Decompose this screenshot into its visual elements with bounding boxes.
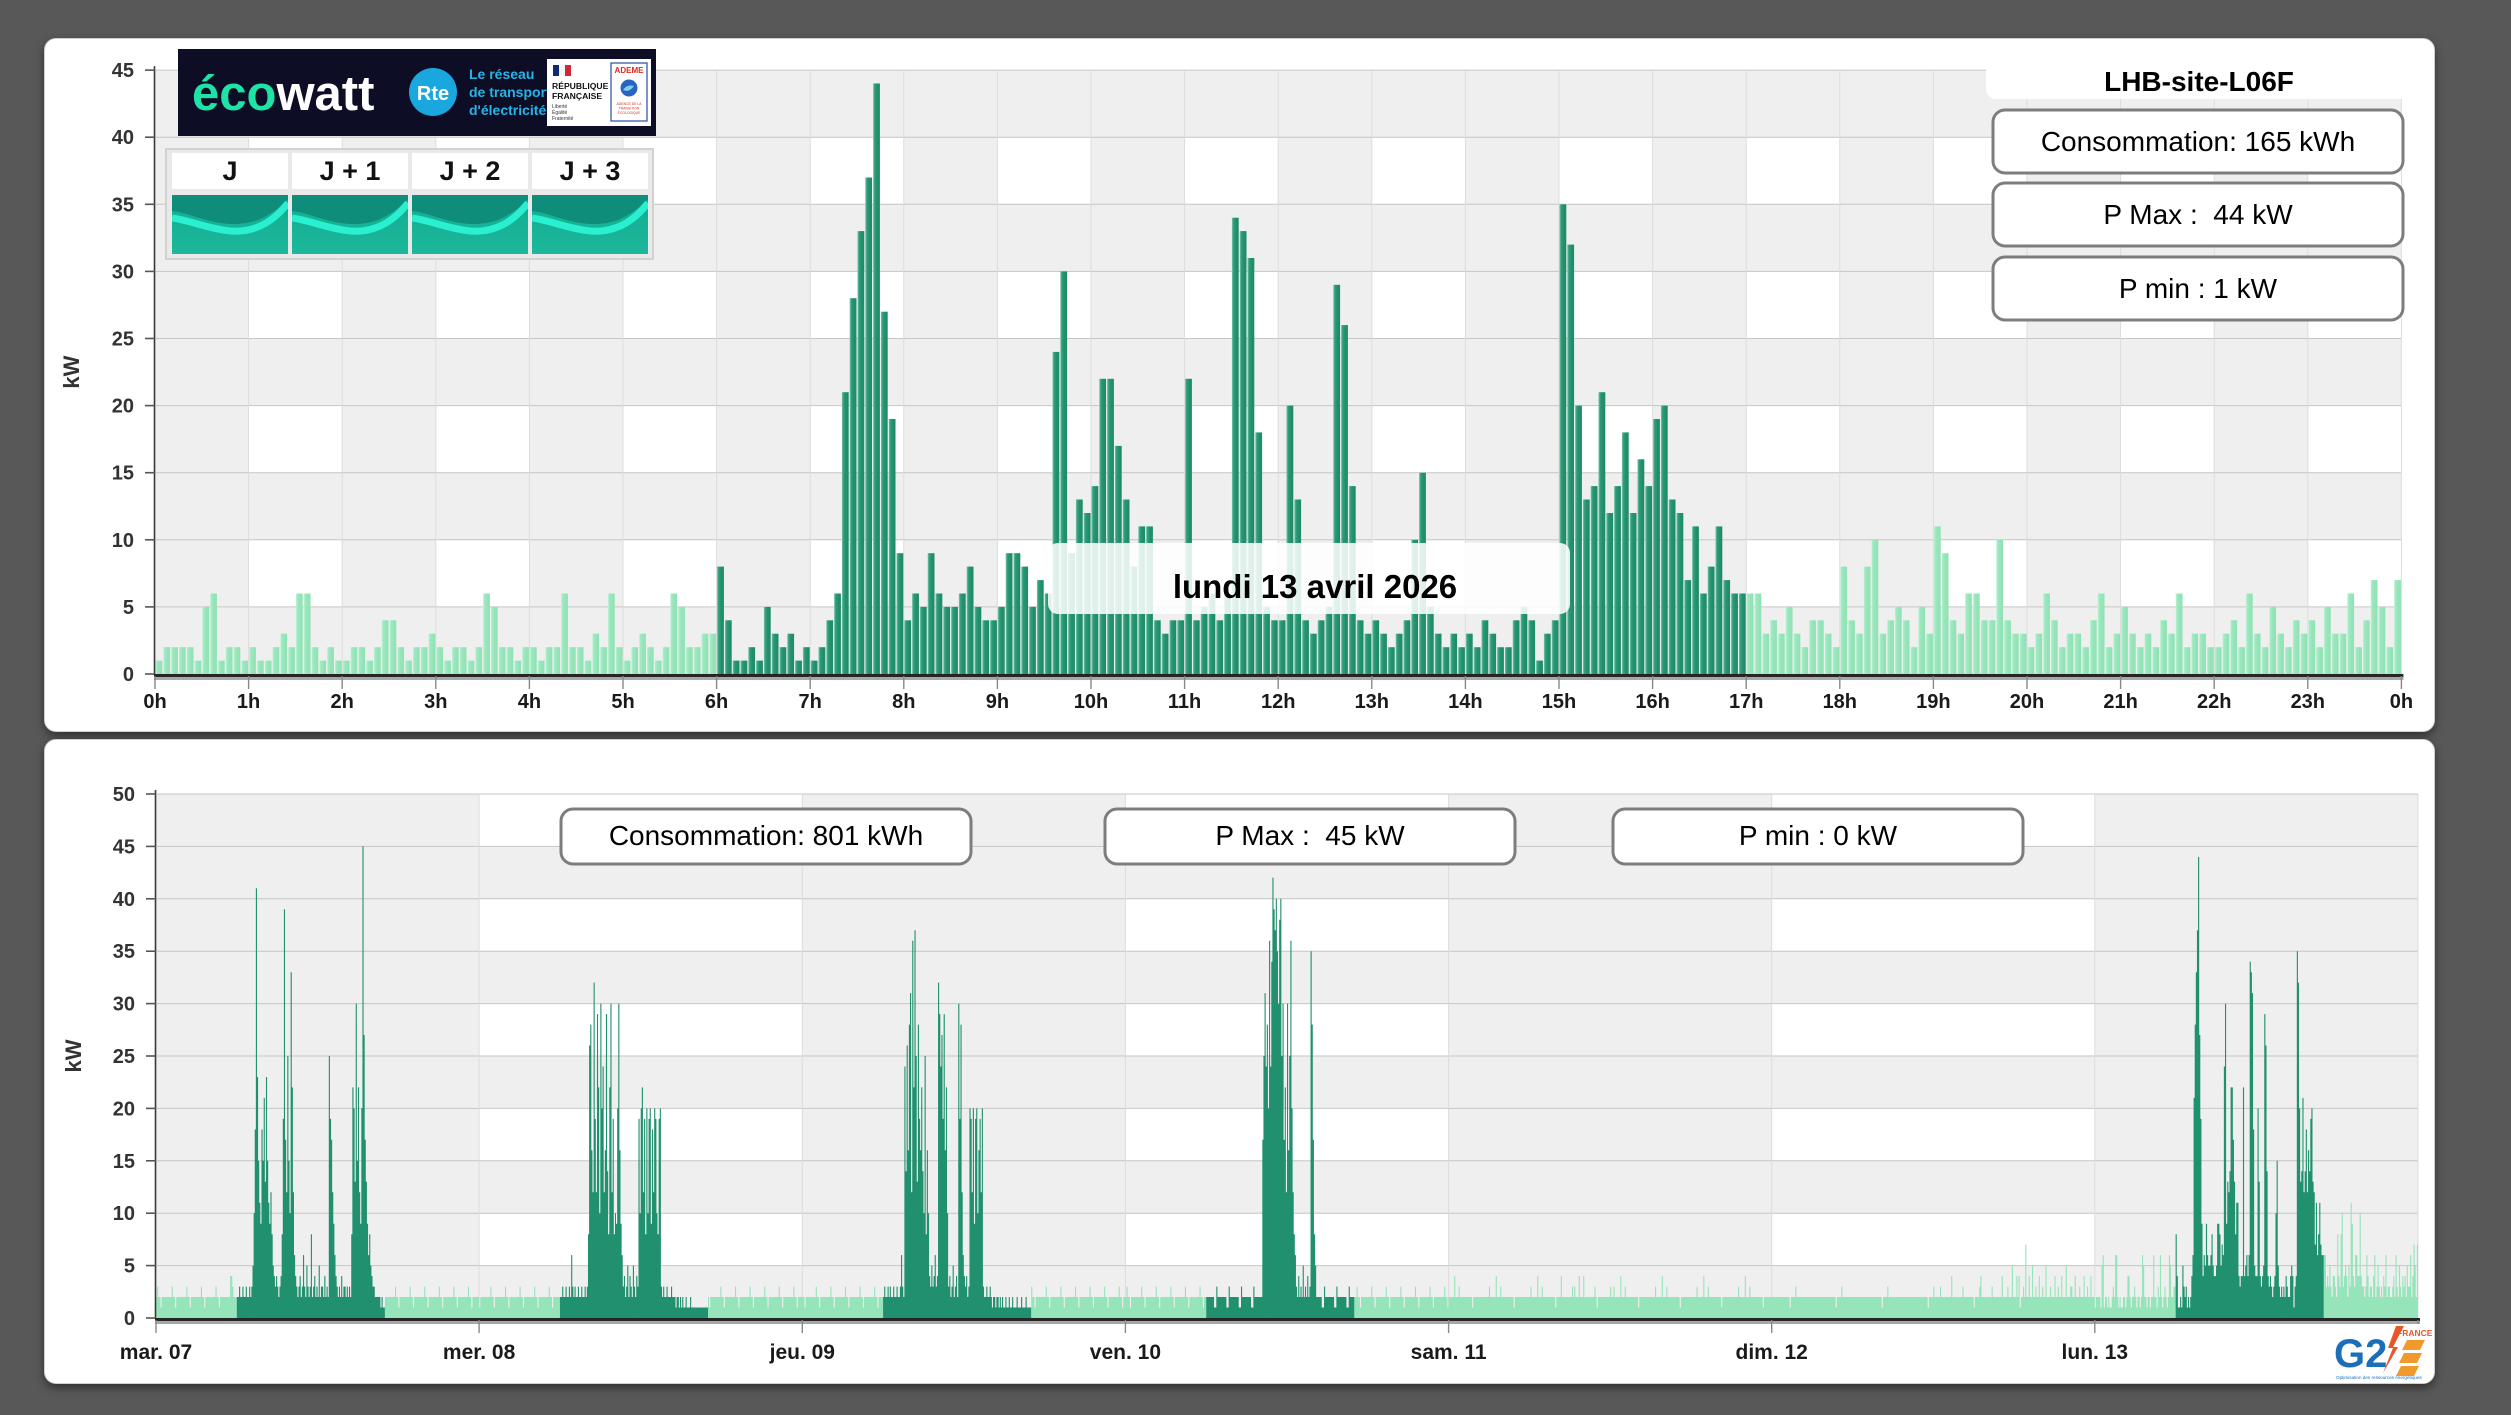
- svg-text:Optimisation des ressources én: Optimisation des ressources énergétiques: [2336, 1375, 2422, 1380]
- svg-text:0: 0: [124, 1308, 135, 1330]
- svg-text:16h: 16h: [1635, 691, 1669, 713]
- svg-text:Consommation: 801 kWh: Consommation: 801 kWh: [609, 820, 923, 851]
- svg-text:2h: 2h: [331, 691, 354, 713]
- svg-text:sam. 11: sam. 11: [1411, 1341, 1487, 1364]
- svg-text:17h: 17h: [1729, 691, 1763, 713]
- svg-text:19h: 19h: [1916, 691, 1950, 713]
- svg-text:0: 0: [123, 664, 134, 686]
- svg-text:35: 35: [113, 941, 135, 963]
- svg-text:Égalité: Égalité: [552, 109, 568, 116]
- svg-text:écowatt: écowatt: [192, 67, 374, 121]
- svg-text:dim. 12: dim. 12: [1736, 1341, 1808, 1364]
- svg-text:10: 10: [113, 1203, 135, 1225]
- svg-text:20: 20: [112, 396, 134, 418]
- svg-text:25: 25: [112, 329, 134, 351]
- svg-text:P min : 1 kW: P min : 1 kW: [2119, 273, 2278, 304]
- svg-text:13h: 13h: [1355, 691, 1389, 713]
- svg-text:0h: 0h: [143, 691, 166, 713]
- svg-text:3h: 3h: [424, 691, 447, 713]
- svg-text:23h: 23h: [2291, 691, 2325, 713]
- svg-text:15: 15: [112, 463, 134, 485]
- svg-text:10: 10: [112, 530, 134, 552]
- svg-text:5: 5: [124, 1256, 135, 1278]
- svg-text:lun. 13: lun. 13: [2062, 1341, 2129, 1364]
- svg-text:9h: 9h: [986, 691, 1009, 713]
- svg-text:FRANÇAISE: FRANÇAISE: [552, 91, 602, 101]
- svg-text:Fraternité: Fraternité: [552, 116, 574, 122]
- svg-text:21h: 21h: [2103, 691, 2137, 713]
- svg-text:30: 30: [113, 994, 135, 1016]
- svg-text:P Max : 45 kW: P Max : 45 kW: [1215, 820, 1405, 851]
- svg-text:12h: 12h: [1261, 691, 1295, 713]
- svg-text:25: 25: [113, 1046, 135, 1068]
- svg-text:20h: 20h: [2010, 691, 2044, 713]
- svg-text:15: 15: [113, 1151, 135, 1173]
- svg-text:20: 20: [113, 1098, 135, 1120]
- svg-text:45: 45: [112, 60, 134, 82]
- svg-text:FRANCE: FRANCE: [2397, 1328, 2433, 1338]
- svg-text:35: 35: [112, 194, 134, 216]
- svg-text:18h: 18h: [1823, 691, 1857, 713]
- svg-text:22h: 22h: [2197, 691, 2231, 713]
- svg-text:RÉPUBLIQUE: RÉPUBLIQUE: [552, 81, 609, 91]
- svg-text:ven. 10: ven. 10: [1090, 1341, 1161, 1364]
- svg-text:ADEME: ADEME: [615, 66, 645, 75]
- svg-text:lundi 13 avril 2026: lundi 13 avril 2026: [1173, 568, 1457, 605]
- svg-text:J: J: [222, 156, 237, 186]
- svg-text:1h: 1h: [237, 691, 260, 713]
- svg-text:kW: kW: [61, 1039, 86, 1072]
- svg-text:4h: 4h: [518, 691, 541, 713]
- svg-text:J + 3: J + 3: [560, 156, 621, 186]
- svg-text:TRANSITION: TRANSITION: [619, 107, 640, 111]
- svg-text:6h: 6h: [705, 691, 728, 713]
- svg-text:8h: 8h: [892, 691, 915, 713]
- svg-text:jeu. 09: jeu. 09: [769, 1341, 835, 1364]
- svg-text:0h: 0h: [2390, 691, 2413, 713]
- svg-text:mar. 07: mar. 07: [120, 1341, 192, 1364]
- svg-text:30: 30: [112, 261, 134, 283]
- svg-text:AGENCE DE LA: AGENCE DE LA: [616, 102, 642, 106]
- svg-text:5: 5: [123, 597, 134, 619]
- svg-text:P Max : 44 kW: P Max : 44 kW: [2103, 199, 2293, 230]
- svg-text:10h: 10h: [1074, 691, 1108, 713]
- svg-text:40: 40: [112, 127, 134, 149]
- svg-text:Rte: Rte: [417, 83, 449, 105]
- svg-text:kW: kW: [59, 355, 84, 388]
- svg-text:J + 2: J + 2: [440, 156, 501, 186]
- svg-text:5h: 5h: [611, 691, 634, 713]
- svg-text:G2: G2: [2334, 1332, 2387, 1376]
- svg-text:14h: 14h: [1448, 691, 1482, 713]
- svg-text:Consommation: 165 kWh: Consommation: 165 kWh: [2041, 126, 2355, 157]
- svg-text:d'électricité: d'électricité: [469, 102, 546, 118]
- svg-text:15h: 15h: [1542, 691, 1576, 713]
- svg-text:LHB-site-L06F: LHB-site-L06F: [2104, 66, 2294, 97]
- svg-text:de transport: de transport: [469, 84, 551, 100]
- svg-text:mer. 08: mer. 08: [443, 1341, 516, 1364]
- svg-text:J + 1: J + 1: [320, 156, 381, 186]
- svg-text:Le réseau: Le réseau: [469, 66, 534, 82]
- svg-text:11h: 11h: [1168, 691, 1201, 713]
- svg-text:40: 40: [113, 889, 135, 911]
- svg-text:ÉCOLOGIQUE: ÉCOLOGIQUE: [618, 110, 642, 115]
- svg-text:7h: 7h: [799, 691, 822, 713]
- svg-text:45: 45: [113, 836, 135, 858]
- svg-text:50: 50: [113, 784, 135, 806]
- svg-text:P min : 0 kW: P min : 0 kW: [1739, 820, 1898, 851]
